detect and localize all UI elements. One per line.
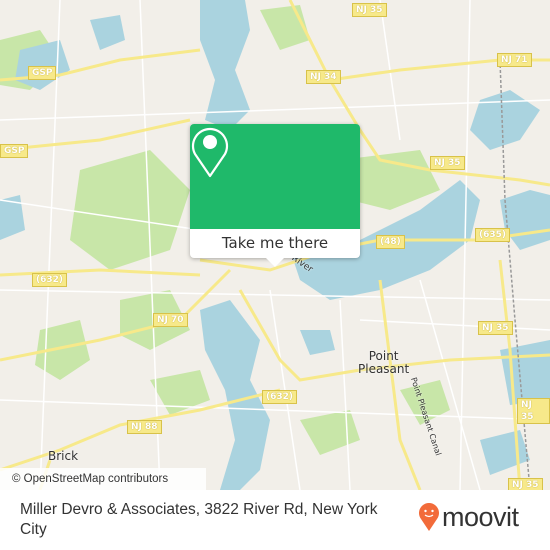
popup-pointer — [266, 258, 284, 267]
road-shield: NJ 70 — [153, 313, 188, 327]
road-shield: NJ 34 — [306, 70, 341, 84]
road-shield: (632) — [32, 273, 68, 287]
take-me-there-button[interactable]: Take me there — [190, 229, 360, 258]
road-shield: NJ 35 — [430, 156, 465, 170]
moovit-pin-icon — [419, 503, 439, 531]
place-label-point-pleasant: Point Pleasant — [358, 349, 410, 376]
road-shield: GSP — [28, 66, 57, 80]
map[interactable]: GSP GSP NJ 34 NJ 35 NJ 71 NJ 35 (48) (63… — [0, 0, 550, 490]
moovit-logo-text: moovit — [442, 502, 519, 532]
map-attribution[interactable]: © OpenStreetMap contributors — [0, 468, 206, 490]
road-shield: NJ 35 — [508, 478, 543, 490]
footer: Miller Devro & Associates, 3822 River Rd… — [0, 490, 550, 550]
road-shield: NJ 71 — [497, 53, 532, 67]
map-pin-icon — [191, 127, 229, 178]
address-text: Miller Devro & Associates, 3822 River Rd… — [20, 501, 378, 538]
destination-popup: Take me there — [190, 124, 360, 267]
road-shield: (635) — [475, 228, 511, 242]
road-shield: (48) — [376, 235, 405, 249]
road-shield: NJ 35 — [352, 3, 387, 17]
road-shield: (632) — [262, 390, 298, 404]
road-shield: NJ 35 — [517, 398, 550, 424]
place-label-brick: Brick — [48, 449, 79, 463]
road-shield: GSP — [0, 144, 29, 158]
moovit-logo[interactable]: moovit — [418, 502, 519, 532]
popup-header — [190, 124, 360, 229]
road-shield: NJ 88 — [127, 420, 162, 434]
road-shield: NJ 35 — [478, 321, 513, 335]
